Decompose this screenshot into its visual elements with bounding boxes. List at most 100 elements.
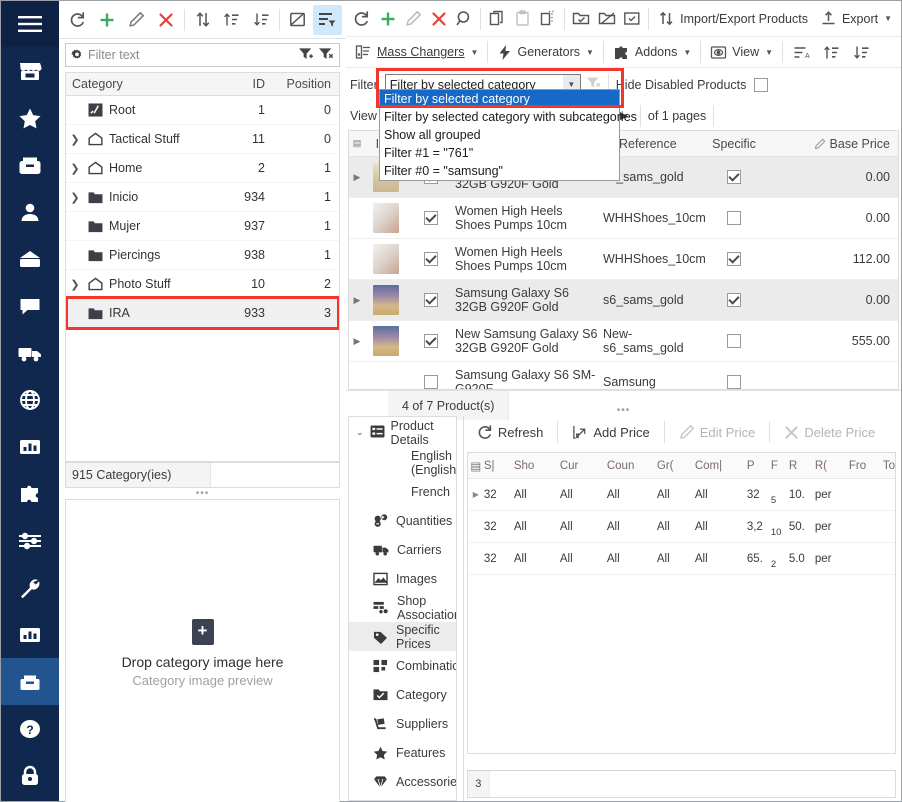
active-checkbox[interactable]	[424, 375, 438, 389]
sidebar-item-messages[interactable]	[1, 282, 59, 329]
column-specific[interactable]: Specific	[703, 137, 765, 151]
panel-splitter[interactable]: •••	[59, 488, 346, 499]
dropdown-option[interactable]: Filter #1 = "761"	[380, 144, 619, 162]
sidebar-item-catalog[interactable]	[1, 658, 59, 705]
specific-checkbox[interactable]	[727, 334, 741, 348]
product-row[interactable]: ▶ Samsung Galaxy S6 32GB G920F Gold s6_sam…	[349, 280, 898, 321]
category-row-home[interactable]: ❯ Home 2 1	[66, 154, 339, 183]
products-copy-button[interactable]	[484, 4, 510, 34]
sidebar-item-modules[interactable]	[1, 470, 59, 517]
prices-column-header[interactable]: Sho	[514, 460, 560, 472]
product-row[interactable]: Samsung Galaxy S6 SM-G920F Samsung	[349, 362, 898, 389]
category-edit-button[interactable]	[122, 5, 151, 35]
sidebar-item-inbox[interactable]	[1, 141, 59, 188]
chevron-down-icon[interactable]: ⌄	[356, 427, 364, 438]
product-row[interactable]: Women High Heels Shoes Pumps 10cm WHHShoe…	[349, 239, 898, 280]
products-edit-button[interactable]	[400, 4, 426, 34]
prices-column-header[interactable]: R	[789, 460, 815, 472]
products-refresh-button[interactable]	[349, 4, 375, 34]
active-checkbox[interactable]	[424, 334, 438, 348]
sidebar-item-orders[interactable]	[1, 235, 59, 282]
product-row[interactable]: ▶ New Samsung Galaxy S6 32GB G920F Gold Ne…	[349, 321, 898, 362]
prices-column-header[interactable]: Coun	[607, 460, 657, 472]
sidebar-item-help[interactable]: ?	[1, 705, 59, 752]
category-toggle-button[interactable]	[283, 5, 312, 35]
category-filter-bar[interactable]: Filter text	[65, 43, 340, 67]
product-row[interactable]: Women High Heels Shoes Pumps 10cm WHHShoe…	[349, 198, 898, 239]
active-checkbox[interactable]	[424, 293, 438, 307]
products-paste-button[interactable]	[510, 4, 536, 34]
clear-filter-icon[interactable]	[318, 47, 339, 64]
prices-column-header[interactable]: Com|	[695, 460, 747, 472]
details-item-combinations[interactable]: Combinations	[349, 651, 456, 680]
expand-chevron-icon[interactable]: ❯	[66, 278, 84, 291]
details-language-english[interactable]: English (English)	[349, 448, 456, 477]
category-row-piercings[interactable]: Piercings 938 1	[66, 241, 339, 270]
details-item-specific-prices[interactable]: Specific Prices	[349, 622, 456, 651]
dropdown-option[interactable]: Filter by selected category	[380, 90, 619, 108]
row-expander[interactable]: ▶	[349, 295, 365, 306]
hamburger-menu-button[interactable]	[1, 1, 59, 47]
category-row-root[interactable]: Root 1 0	[66, 96, 339, 125]
active-checkbox[interactable]	[424, 211, 438, 225]
prices-column-header[interactable]: To	[883, 460, 895, 472]
prices-table-row[interactable]: ▶ 32 All All All All All 32 5 10. per	[467, 479, 895, 511]
delete-price-button[interactable]: Delete Price	[777, 425, 882, 440]
category-filter-dropdown-list[interactable]: Filter by selected category Filter by sel…	[379, 89, 637, 181]
sort-desc-button[interactable]	[846, 37, 876, 67]
hide-disabled-checkbox[interactable]	[754, 77, 769, 92]
specific-checkbox[interactable]	[727, 170, 741, 184]
category-add-button[interactable]	[92, 5, 121, 35]
dropdown-option[interactable]: Filter #0 = "samsung"	[380, 162, 619, 180]
column-position[interactable]: Position	[265, 77, 339, 91]
active-checkbox[interactable]	[424, 252, 438, 266]
sidebar-item-security[interactable]	[1, 752, 59, 799]
details-item-quantities[interactable]: Quantities	[349, 506, 456, 535]
products-disable-button[interactable]	[594, 4, 620, 34]
sidebar-item-tools[interactable]	[1, 564, 59, 611]
sidebar-item-reports[interactable]	[1, 611, 59, 658]
prices-column-header[interactable]: S|	[484, 460, 514, 472]
category-sort-button[interactable]	[247, 5, 276, 35]
category-refresh-button[interactable]	[63, 5, 92, 35]
products-duplicate-button[interactable]	[536, 4, 562, 34]
details-language-french[interactable]: French	[349, 477, 456, 506]
products-check-button[interactable]	[620, 4, 646, 34]
products-delete-button[interactable]	[426, 4, 452, 34]
category-move-button[interactable]	[188, 5, 217, 35]
expand-chevron-icon[interactable]: ❯	[66, 191, 84, 204]
prices-table-row[interactable]: 32 All All All All All 3,2 10 50. per	[467, 511, 895, 543]
category-tree[interactable]: Root 1 0 ❯ Tactical Stuff 11 0 ❯ Home 2 1 ❯ Inicio 93…	[65, 96, 340, 462]
import-export-products-button[interactable]: Import/Export Products	[652, 6, 814, 32]
column-id[interactable]: ID	[209, 77, 266, 91]
prices-column-header[interactable]: R(	[815, 460, 849, 472]
details-item-suppliers[interactable]: Suppliers	[349, 709, 456, 738]
category-row-mujer[interactable]: Mujer 937 1	[66, 212, 339, 241]
product-details-tree[interactable]: ⌄ Product Details English (English) Frenc…	[348, 416, 457, 801]
prices-column-header[interactable]: F	[771, 460, 789, 472]
dropdown-option[interactable]: Show all grouped	[380, 126, 619, 144]
generators-button[interactable]: Generators ▼	[491, 39, 599, 65]
prices-column-header[interactable]: Gr(	[657, 460, 695, 472]
category-row-inicio[interactable]: ❯ Inicio 934 1	[66, 183, 339, 212]
sidebar-item-shipping[interactable]	[1, 329, 59, 376]
sidebar-item-localization[interactable]	[1, 376, 59, 423]
add-filter-icon[interactable]	[298, 47, 318, 64]
prices-column-header[interactable]: Fro	[849, 460, 883, 472]
column-base-price[interactable]: Base Price	[765, 137, 898, 151]
refresh-prices-button[interactable]: Refresh	[470, 424, 551, 440]
column-category[interactable]: Category	[66, 77, 209, 91]
details-item-features[interactable]: Features	[349, 738, 456, 767]
expand-tree-button[interactable]	[816, 37, 846, 67]
category-expand-button[interactable]	[217, 5, 246, 35]
grid-menu-icon[interactable]: ▤	[349, 138, 365, 149]
products-enable-button[interactable]	[568, 4, 594, 34]
sidebar-item-customers[interactable]	[1, 188, 59, 235]
details-item-category[interactable]: Category	[349, 680, 456, 709]
product-details-root[interactable]: ⌄ Product Details	[349, 417, 456, 448]
specific-checkbox[interactable]	[727, 252, 741, 266]
details-item-images[interactable]: Images	[349, 564, 456, 593]
sidebar-item-preferences[interactable]	[1, 517, 59, 564]
export-button[interactable]: Export ▼	[814, 6, 898, 32]
expand-chevron-icon[interactable]: ❯	[66, 162, 84, 175]
